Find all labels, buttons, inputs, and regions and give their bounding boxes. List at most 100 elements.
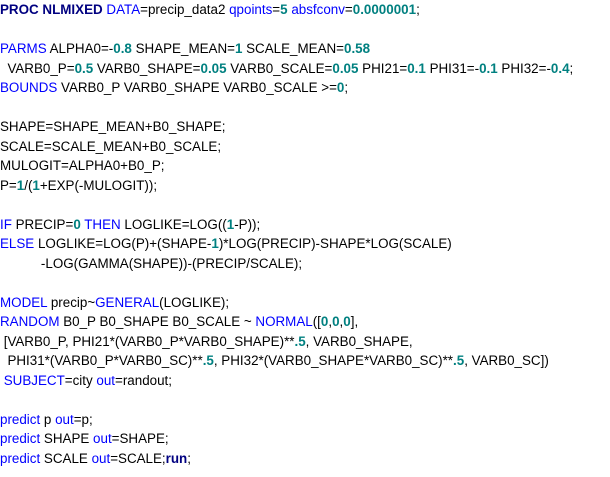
code-token: ; (416, 2, 420, 17)
code-token: out (55, 412, 74, 427)
code-token: PHI31*(VARB0_P*VARB0_SC)** (0, 353, 203, 368)
code-token: -LOG(GAMMA(SHAPE))-(PRECIP/SCALE); (0, 256, 303, 271)
code-token: SHAPE_MEAN= (131, 41, 235, 56)
code-token: VARB0_P VARB0_SHAPE VARB0_SCALE >= (57, 80, 337, 95)
code-token: = (344, 2, 353, 17)
code-token: ([ (312, 314, 321, 329)
code-token: IF (0, 217, 12, 232)
code-token: P= (0, 178, 17, 193)
code-token: out (91, 451, 111, 466)
code-token: LOGLIKE=LOG(( (120, 217, 227, 232)
code-token: VARB0_SCALE= (226, 61, 333, 76)
code-line: PHI31*(VARB0_P*VARB0_SC)**.5, PHI32*(VAR… (0, 352, 549, 370)
code-line: RANDOM B0_P B0_SHAPE B0_SCALE ~ NORMAL([… (0, 313, 358, 331)
code-token: VARB0_P= (0, 61, 75, 76)
code-token: 0.0000001 (352, 2, 417, 17)
code-token: =precip_data2 (140, 2, 230, 17)
code-token: PARMS (0, 41, 47, 56)
code-line: SCALE=SCALE_MEAN+B0_SCALE; (0, 138, 221, 156)
code-token: 0 (73, 217, 81, 232)
code-token: SCALE_MEAN= (242, 41, 344, 56)
code-line: PROC NLMIXED DATA=precip_data2 qpoints=5… (0, 1, 420, 19)
code-token: 0 (343, 314, 351, 329)
code-line: SUBJECT=city out=randout; (0, 372, 172, 390)
code-token: BOUNDS (0, 80, 58, 95)
code-token: =city (64, 373, 97, 388)
code-line: IF PRECIP=0 THEN LOGLIKE=LOG((1-P)); (0, 216, 260, 234)
code-line: predict p out=p; (0, 411, 93, 429)
code-token: , VARB0_SC]) (464, 353, 549, 368)
code-line: SHAPE=SHAPE_MEAN+B0_SHAPE; (0, 118, 226, 136)
code-token: PHI32=- (497, 61, 551, 76)
code-line: predict SCALE out=SCALE;run; (0, 450, 191, 468)
code-line: ELSE LOGLIKE=LOG(P)+(SHAPE-1)*LOG(PRECIP… (0, 235, 452, 253)
code-token: ; (187, 451, 191, 466)
code-token: RANDOM (0, 314, 60, 329)
code-token: =randout; (115, 373, 172, 388)
code-token: MODEL (0, 295, 48, 310)
code-line: predict SHAPE out=SHAPE; (0, 430, 169, 448)
code-token: ; (569, 61, 574, 76)
code-line: PARMS ALPHA0=-0.8 SHAPE_MEAN=1 SCALE_MEA… (0, 40, 370, 58)
code-token: 5 (280, 2, 288, 17)
code-token: SCALE (40, 451, 92, 466)
code-token: , PHI32*(VARB0_SHAPE*VARB0_SC)** (213, 353, 454, 368)
code-token: LOGLIKE=LOG(P)+(SHAPE- (34, 236, 212, 251)
code-token: 0.58 (344, 41, 371, 56)
code-token: .5 (453, 353, 465, 368)
code-line: [VARB0_P, PHI21*(VARB0_P*VARB0_SHAPE)**.… (0, 333, 413, 351)
code-token: 0.05 (332, 61, 359, 76)
code-token: 0.05 (200, 61, 227, 76)
code-token: 0.8 (113, 41, 132, 56)
code-token: .5 (294, 334, 306, 349)
code-token: 1 (211, 236, 219, 251)
code-token: predict (0, 431, 41, 446)
code-line: -LOG(GAMMA(SHAPE))-(PRECIP/SCALE); (0, 255, 302, 273)
code-token: -P)); (234, 217, 261, 232)
code-editor[interactable]: PROC NLMIXED DATA=precip_data2 qpoints=5… (0, 0, 610, 477)
code-token: p (40, 412, 56, 427)
code-token: [VARB0_P, PHI21*(VARB0_P*VARB0_SHAPE)** (0, 334, 295, 349)
code-token: ], (350, 314, 359, 329)
code-token: absfconv (291, 2, 345, 17)
code-token: GENERAL (95, 295, 160, 310)
code-token: out (96, 373, 116, 388)
code-token: B0_P B0_SHAPE B0_SCALE ~ (59, 314, 256, 329)
code-line: P=1/(1+EXP(-MULOGIT)); (0, 177, 157, 195)
code-line: MULOGIT=ALPHA0+B0_P; (0, 157, 164, 175)
code-token: PROC NLMIXED (0, 2, 103, 17)
code-token: SUBJECT (3, 373, 65, 388)
code-token: 0.5 (74, 61, 94, 76)
code-token: NORMAL (255, 314, 313, 329)
code-token: predict (0, 412, 41, 427)
code-token: MULOGIT=ALPHA0+B0_P; (0, 158, 165, 173)
code-token: (LOGLIKE); (159, 295, 230, 310)
code-token: precip~ (47, 295, 96, 310)
code-token: PHI31=- (425, 61, 480, 76)
code-token: qpoints (229, 2, 273, 17)
code-line: VARB0_P=0.5 VARB0_SHAPE=0.05 VARB0_SCALE… (0, 60, 573, 78)
code-line: BOUNDS VARB0_P VARB0_SHAPE VARB0_SCALE >… (0, 79, 348, 97)
code-token: =SHAPE; (111, 431, 169, 446)
code-token: PRECIP= (11, 217, 74, 232)
code-token: 0.1 (407, 61, 426, 76)
code-token: .5 (202, 353, 214, 368)
code-token: DATA (106, 2, 141, 17)
code-token: SHAPE (40, 431, 94, 446)
code-token: 0 (332, 314, 340, 329)
code-token: +EXP(-MULOGIT)); (39, 178, 158, 193)
code-token: 1 (32, 178, 40, 193)
code-token: 0.1 (479, 61, 498, 76)
code-token: SHAPE=SHAPE_MEAN+B0_SHAPE; (0, 119, 226, 134)
code-token: ; (344, 80, 349, 95)
code-token: VARB0_SHAPE= (93, 61, 201, 76)
code-line: MODEL precip~GENERAL(LOGLIKE); (0, 294, 229, 312)
code-token: predict (0, 451, 41, 466)
code-token: , VARB0_SHAPE, (305, 334, 413, 349)
code-token: = (272, 2, 281, 17)
code-token: ALPHA0=- (46, 41, 114, 56)
code-token: PHI21= (358, 61, 408, 76)
code-token: ELSE (0, 236, 35, 251)
code-token: out (93, 431, 112, 446)
code-token: =SCALE; (110, 451, 166, 466)
